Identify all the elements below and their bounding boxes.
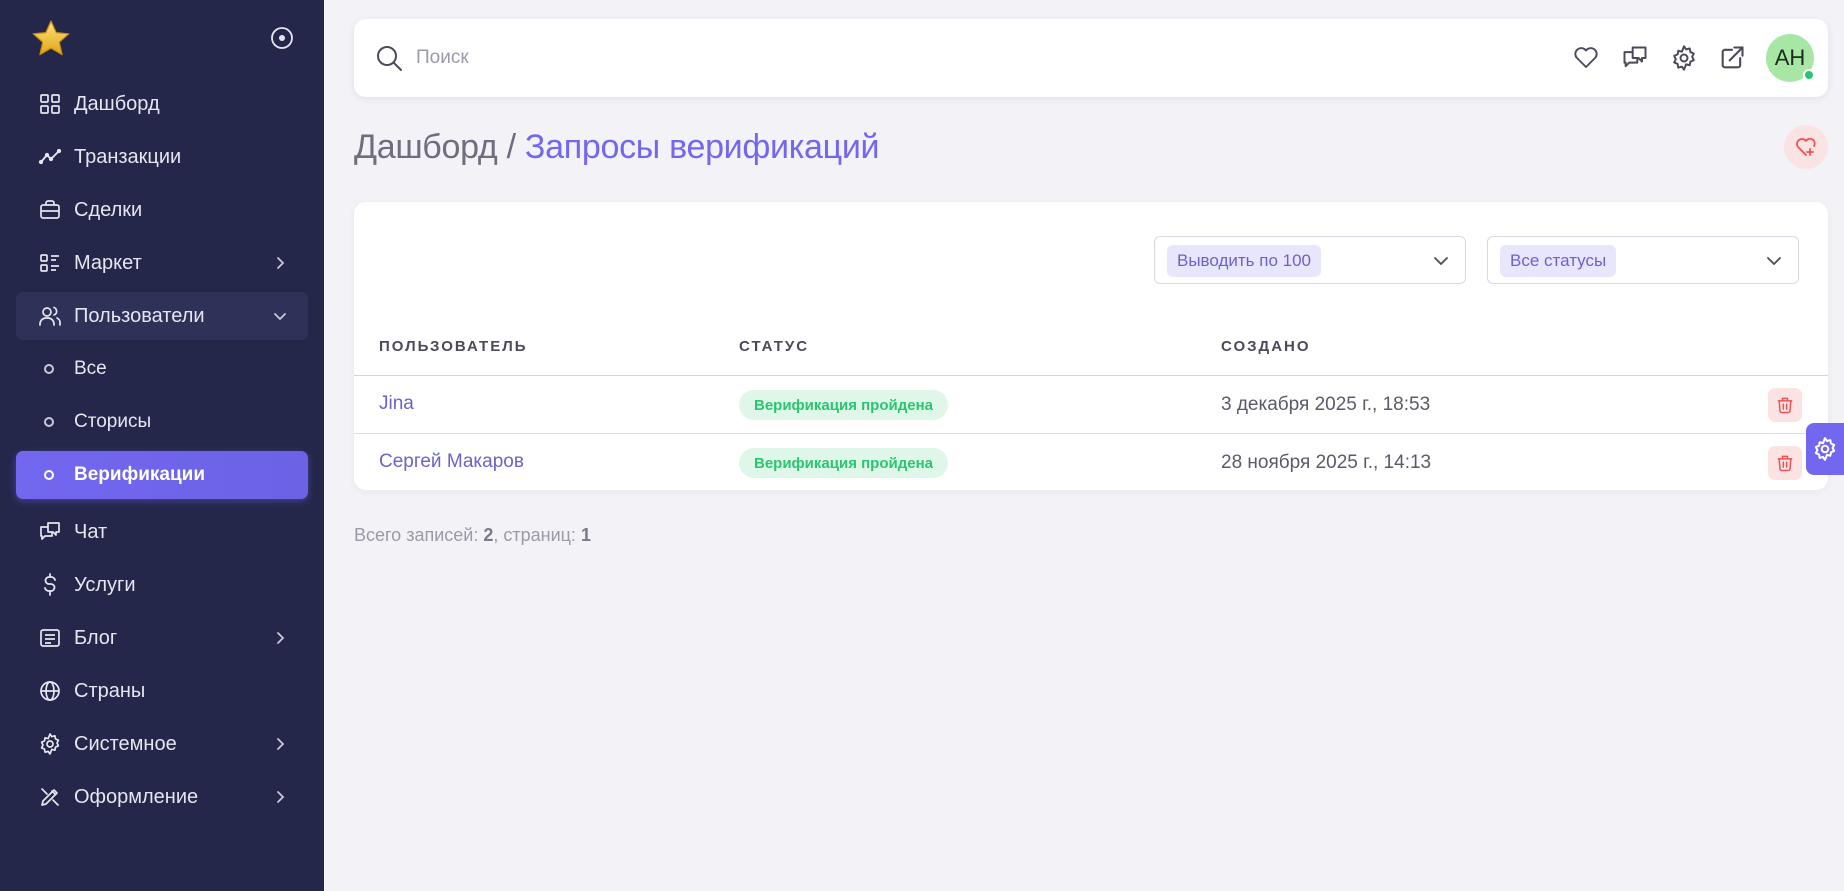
sidebar-item-services[interactable]: Услуги: [16, 561, 308, 609]
total-count: 2: [483, 525, 494, 545]
add-favorite-button[interactable]: [1784, 125, 1828, 169]
users-icon: [38, 304, 62, 328]
sidebar-menu: Дашборд Транзакции Сделки Маркет Пользов…: [16, 80, 308, 826]
sidebar-item-appearance[interactable]: Оформление: [16, 773, 308, 821]
per-page-value: Выводить по 100: [1167, 245, 1322, 277]
trash-icon: [1777, 455, 1793, 472]
gear-icon: [38, 732, 62, 756]
chevron-down-icon: [1764, 251, 1784, 271]
total-label: Всего записей:: [354, 525, 484, 545]
page-title: Дашборд / Запросы верификаций: [354, 128, 880, 167]
online-status-dot: [1803, 69, 1815, 81]
sidebar-item-blog[interactable]: Блог: [16, 614, 308, 662]
dollar-icon: [38, 573, 62, 597]
chevron-down-icon: [270, 306, 290, 326]
delete-button[interactable]: [1768, 446, 1802, 480]
sidebar-item-users[interactable]: Пользователи: [16, 292, 308, 340]
column-header-user[interactable]: ПОЛЬЗОВАТЕЛЬ: [379, 338, 528, 355]
pages-label: , страниц:: [493, 525, 581, 545]
circle-bullet-icon: [44, 470, 54, 480]
sidebar-item-dashboard[interactable]: Дашборд: [16, 80, 308, 128]
sidebar-subitem-all[interactable]: Все: [16, 345, 308, 393]
grid-icon: [38, 92, 62, 116]
sidebar-item-countries[interactable]: Страны: [16, 667, 308, 715]
sidebar-subitem-label: Верификации: [74, 464, 205, 485]
sidebar-item-label: Маркет: [74, 251, 142, 274]
chevron-right-icon: [270, 253, 290, 273]
settings-icon[interactable]: [1670, 44, 1698, 72]
search-icon: [374, 43, 404, 73]
avatar[interactable]: АН: [1766, 34, 1815, 82]
list-details-icon: [38, 251, 62, 275]
sidebar-subitem-label: Сторисы: [74, 411, 152, 432]
created-date: 28 ноября 2025 г., 14:13: [1221, 452, 1432, 473]
topbar: АН: [354, 19, 1828, 97]
status-select[interactable]: Все статусы: [1487, 236, 1799, 284]
heart-plus-icon: [1796, 137, 1816, 156]
verification-table: ПОЛЬЗОВАТЕЛЬ СТАТУС СОЗДАНО Jina Верифик…: [354, 322, 1828, 492]
created-date: 3 декабря 2025 г., 18:53: [1221, 394, 1431, 415]
delete-button[interactable]: [1768, 388, 1802, 422]
table-row: Jina Верификация пройдена 3 декабря 2025…: [354, 376, 1828, 434]
pages-count: 1: [580, 525, 591, 545]
sidebar-item-label: Сделки: [74, 198, 143, 221]
theme-customizer-button[interactable]: [1806, 423, 1844, 475]
trash-icon: [1777, 397, 1793, 414]
user-link[interactable]: Jina: [379, 393, 414, 415]
column-header-created[interactable]: СОЗДАНО: [1221, 338, 1311, 355]
breadcrumb-root[interactable]: Дашборд: [354, 128, 498, 166]
sidebar-subitem-stories[interactable]: Сторисы: [16, 398, 308, 446]
chevron-right-icon: [270, 734, 290, 754]
circle-bullet-icon: [44, 364, 54, 374]
sidebar-item-label: Блог: [74, 626, 118, 649]
avatar-initials: АН: [1774, 45, 1806, 70]
sidebar-item-label: Системное: [74, 732, 177, 755]
user-link[interactable]: Сергей Макаров: [379, 451, 524, 473]
table-header-row: ПОЛЬЗОВАТЕЛЬ СТАТУС СОЗДАНО: [354, 322, 1828, 376]
heart-icon[interactable]: [1572, 44, 1600, 72]
messages-icon[interactable]: [1621, 44, 1649, 72]
circle-bullet-icon: [44, 417, 54, 427]
sidebar-item-transactions[interactable]: Транзакции: [16, 133, 308, 181]
table-row: Сергей Макаров Верификация пройдена 28 н…: [354, 434, 1828, 492]
sidebar-item-deals[interactable]: Сделки: [16, 186, 308, 234]
article-icon: [38, 626, 62, 650]
status-badge: Верификация пройдена: [739, 448, 948, 478]
sidebar-item-label: Транзакции: [74, 145, 182, 168]
trend-line-icon: [38, 145, 62, 169]
breadcrumb-current: Запросы верификаций: [524, 128, 880, 166]
brush-icon: [38, 785, 62, 809]
sidebar-collapse-icon[interactable]: [270, 26, 294, 50]
status-badge: Верификация пройдена: [739, 390, 948, 420]
sidebar-item-label: Чат: [74, 520, 108, 543]
star-logo-icon[interactable]: [30, 18, 72, 60]
messages-icon: [38, 520, 62, 544]
verification-requests-card: Выводить по 100 Все статусы ПОЛЬЗОВАТЕЛЬ…: [354, 202, 1828, 490]
chevron-right-icon: [270, 787, 290, 807]
sidebar-item-label: Услуги: [74, 573, 136, 596]
sidebar-subitem-label: Все: [74, 358, 107, 379]
chevron-down-icon: [1431, 251, 1451, 271]
gear-icon: [1814, 437, 1836, 461]
sidebar-item-label: Пользователи: [74, 304, 205, 327]
column-header-status[interactable]: СТАТУС: [739, 338, 809, 355]
status-value: Все статусы: [1500, 245, 1617, 277]
sidebar-item-label: Оформление: [74, 785, 199, 808]
briefcase-icon: [38, 198, 62, 222]
search-input[interactable]: [416, 39, 1316, 77]
sidebar-item-label: Дашборд: [74, 92, 160, 115]
chevron-right-icon: [270, 628, 290, 648]
external-link-icon[interactable]: [1718, 44, 1746, 72]
sidebar-item-chat[interactable]: Чат: [16, 508, 308, 556]
pagination-summary: Всего записей: 2, страниц: 1: [354, 525, 591, 546]
sidebar-item-system[interactable]: Системное: [16, 720, 308, 768]
per-page-select[interactable]: Выводить по 100: [1154, 236, 1466, 284]
sidebar: Дашборд Транзакции Сделки Маркет Пользов…: [0, 0, 324, 891]
breadcrumb-separator: /: [497, 128, 525, 166]
sidebar-subitem-verifications[interactable]: Верификации: [16, 451, 308, 499]
globe-icon: [38, 679, 62, 703]
sidebar-item-market[interactable]: Маркет: [16, 239, 308, 287]
sidebar-item-label: Страны: [74, 679, 146, 702]
